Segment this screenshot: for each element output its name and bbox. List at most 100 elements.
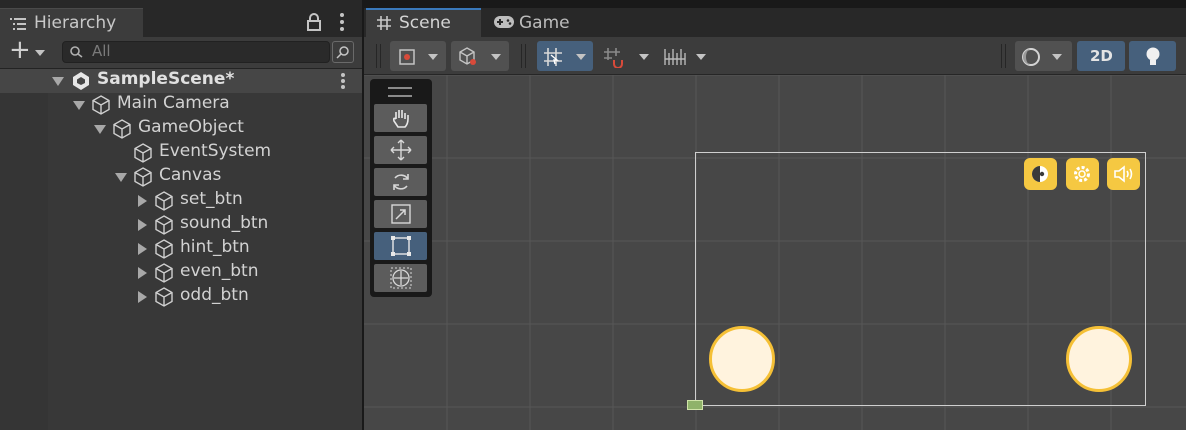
tab-game-label: Game [519, 13, 570, 33]
speaker-icon [1114, 165, 1133, 183]
tree-item-hint-btn[interactable]: hint_btn [0, 237, 362, 261]
render-mode-dropdown[interactable] [451, 41, 509, 71]
gamepad-icon [494, 16, 514, 28]
tree-item-label: Main Camera [117, 93, 230, 113]
cube-icon [155, 263, 173, 283]
snap-increment-dropdown[interactable] [597, 41, 655, 71]
collapse-arrow-icon[interactable] [138, 219, 147, 231]
cube-icon [155, 239, 173, 259]
sphere-icon [1022, 48, 1040, 66]
shaded-draw-icon [399, 49, 415, 65]
settings-button-sprite[interactable] [1066, 158, 1099, 190]
rect-tool[interactable] [374, 232, 427, 260]
chevron-down-icon [1052, 54, 1062, 60]
cube-icon [155, 191, 173, 211]
expand-arrow-icon[interactable] [94, 125, 106, 134]
mode-2d-label: 2D [1090, 47, 1113, 65]
hand-icon [392, 110, 409, 128]
hand-tool[interactable] [374, 104, 427, 132]
more-options-icon[interactable] [338, 12, 346, 32]
tree-item-canvas[interactable]: Canvas [0, 165, 362, 189]
tree-item-sound-btn[interactable]: sound_btn [0, 213, 362, 237]
grid-snap-icon [544, 48, 562, 66]
tab-scene-label: Scene [399, 13, 451, 33]
collapse-arrow-icon[interactable] [138, 243, 147, 255]
tree-item-label: even_btn [180, 261, 259, 281]
scene-viewport[interactable] [364, 75, 1186, 430]
collapse-arrow-icon[interactable] [138, 267, 147, 279]
collapse-arrow-icon[interactable] [138, 291, 147, 303]
tree-item-main-camera[interactable]: Main Camera [0, 93, 362, 117]
chevron-down-icon [696, 54, 706, 60]
tree-item-gameobject[interactable]: GameObject [0, 117, 362, 141]
chevron-down-icon [491, 54, 501, 60]
hash-icon [377, 16, 391, 30]
lock-icon[interactable] [306, 13, 322, 31]
render-cube-icon [459, 47, 476, 65]
tree-item-eventsystem[interactable]: EventSystem [0, 141, 362, 165]
draw-mode-dropdown[interactable] [390, 41, 446, 71]
chevron-down-icon [576, 54, 586, 60]
cube-icon [92, 95, 110, 115]
unity-scene-icon [73, 72, 89, 90]
scene-visibility-dropdown[interactable] [1015, 41, 1072, 71]
scene-more-icon[interactable] [340, 72, 346, 90]
toolbar-separator [376, 44, 377, 68]
tree-item-odd-btn[interactable]: odd_btn [0, 285, 362, 309]
cube-icon [113, 119, 131, 139]
increment-snap-dropdown[interactable] [660, 41, 715, 71]
move-tool[interactable] [374, 136, 427, 164]
ruler-icon [664, 49, 686, 65]
scale-icon [391, 204, 411, 224]
chevron-down-icon [639, 54, 649, 60]
tab-hierarchy[interactable]: Hierarchy [0, 8, 143, 37]
tree-item-label: Canvas [159, 165, 222, 185]
expand-arrow-icon[interactable] [52, 77, 64, 86]
toolbar-separator [380, 44, 381, 68]
toolbar-separator [1005, 44, 1006, 68]
rotate-icon [393, 174, 409, 190]
list-icon [10, 18, 26, 30]
tree-item-even-btn[interactable]: even_btn [0, 261, 362, 285]
toolbar-separator [521, 44, 522, 68]
sound-button-sprite[interactable] [1107, 158, 1140, 190]
hint-button-sprite[interactable] [1024, 158, 1057, 190]
gear-icon [1074, 166, 1090, 182]
snap-magnet-icon [604, 48, 623, 68]
tree-item-label: set_btn [180, 189, 243, 209]
search-options-button[interactable] [332, 41, 354, 63]
search-placeholder: All [92, 42, 111, 60]
odd-button-sprite[interactable] [1066, 326, 1132, 392]
rect-anchor-handle[interactable] [687, 400, 703, 410]
tab-game[interactable]: Game [481, 8, 581, 37]
tree-item-label: EventSystem [159, 141, 272, 161]
expand-arrow-icon[interactable] [73, 101, 85, 110]
overlay-drag-handle[interactable] [388, 87, 412, 97]
transform-tool[interactable] [374, 264, 427, 292]
mode-2d-button[interactable]: 2D [1077, 41, 1125, 71]
scene-lighting-button[interactable] [1129, 41, 1176, 71]
expand-arrow-icon[interactable] [115, 173, 127, 182]
cube-icon [155, 287, 173, 307]
hierarchy-tab-label: Hierarchy [34, 13, 117, 33]
rotate-tool[interactable] [374, 168, 427, 196]
grid-toggle-button[interactable] [537, 41, 593, 71]
move-arrows-icon [390, 139, 412, 161]
collapse-arrow-icon[interactable] [138, 195, 147, 207]
tree-item-set-btn[interactable]: set_btn [0, 189, 362, 213]
search-icon [70, 46, 83, 58]
tree-item-label: sound_btn [180, 213, 269, 233]
tree-item-label: GameObject [138, 117, 244, 137]
cube-icon [134, 167, 152, 187]
lightbulb-icon [1146, 47, 1160, 65]
add-button[interactable]: + [6, 35, 48, 66]
plus-icon: + [9, 35, 31, 65]
chevron-down-icon [35, 50, 45, 56]
even-button-sprite[interactable] [709, 326, 775, 392]
search-options-icon [336, 46, 349, 59]
scale-tool[interactable] [374, 200, 427, 228]
tree-row-scene[interactable]: SampleScene* [0, 69, 362, 93]
scene-name: SampleScene* [97, 69, 235, 89]
tree-item-label: odd_btn [180, 285, 249, 305]
tab-scene[interactable]: Scene [366, 8, 481, 37]
